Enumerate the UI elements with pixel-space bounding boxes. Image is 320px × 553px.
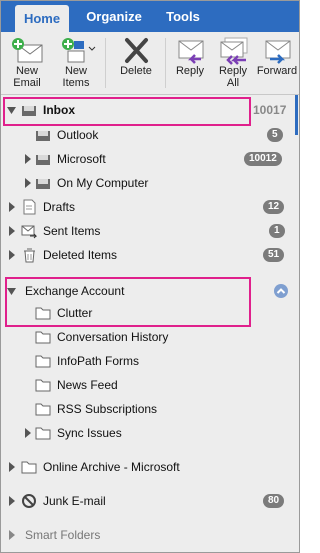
inbox-tray-icon (36, 131, 50, 141)
folder-icon (35, 427, 51, 440)
folder-on-my-computer[interactable]: On My Computer (1, 172, 293, 194)
tab-home[interactable]: Home (15, 5, 69, 32)
delete-label: Delete (120, 65, 152, 77)
on-my-computer-label: On My Computer (57, 176, 149, 190)
delete-button[interactable]: Delete (111, 32, 161, 94)
infopath-forms-label: InfoPath Forms (57, 354, 140, 368)
microsoft-count-badge: 10012 (244, 152, 282, 166)
folder-junk-email[interactable]: Junk E-mail 80 (1, 490, 293, 512)
folder-microsoft[interactable]: Microsoft 10012 (1, 148, 293, 170)
folder-icon (35, 355, 51, 368)
expand-right-icon[interactable] (7, 461, 16, 473)
news-feed-label: News Feed (57, 378, 118, 392)
reply-all-button[interactable]: Reply All (212, 32, 254, 94)
folder-news-feed[interactable]: News Feed (1, 374, 293, 396)
rss-subscriptions-label: RSS Subscriptions (57, 402, 158, 416)
new-email-icon (12, 38, 43, 63)
folder-icon (35, 307, 51, 320)
folder-icon (35, 403, 51, 416)
expand-right-icon[interactable] (7, 495, 16, 507)
conversation-history-label: Conversation History (57, 330, 169, 344)
folder-infopath-forms[interactable]: InfoPath Forms (1, 350, 293, 372)
clutter-label: Clutter (57, 306, 93, 320)
junk-count-badge: 80 (263, 494, 285, 508)
folder-icon (21, 461, 37, 474)
smart-folders-section[interactable]: Smart Folders (1, 524, 293, 546)
sync-issues-label: Sync Issues (57, 426, 122, 440)
smart-folders-label: Smart Folders (25, 528, 101, 542)
sent-items-label: Sent Items (43, 224, 101, 238)
new-items-button[interactable]: New Items (51, 32, 101, 94)
forward-label: Forward (256, 65, 298, 77)
reply-label: Reply (175, 65, 205, 77)
inbox-tray-icon (36, 179, 50, 189)
microsoft-label: Microsoft (57, 152, 106, 166)
deleted-items-label: Deleted Items (43, 248, 118, 262)
folder-online-archive[interactable]: Online Archive - Microsoft (1, 456, 293, 478)
folder-outlook[interactable]: Outlook 5 (1, 124, 293, 146)
reply-button[interactable]: Reply (169, 32, 211, 94)
outlook-count-badge: 5 (267, 128, 283, 142)
ribbon-tab-bar: Home Organize Tools (1, 1, 299, 32)
ribbon: New Email New Items Delete Reply Reply A… (1, 32, 299, 95)
junk-block-icon (22, 494, 36, 508)
new-email-label: New Email (13, 65, 41, 89)
reply-icon (178, 40, 204, 64)
reply-all-icon (220, 37, 248, 65)
folder-sent-items[interactable]: Sent Items 1 (1, 220, 293, 242)
ribbon-divider (165, 38, 166, 88)
collapse-up-icon[interactable] (273, 283, 289, 299)
folder-drafts[interactable]: Drafts 12 (1, 196, 293, 218)
folder-sync-issues[interactable]: Sync Issues (1, 422, 293, 444)
expand-right-icon[interactable] (7, 529, 16, 541)
drafts-icon (23, 199, 36, 215)
sent-count-badge: 1 (269, 224, 285, 238)
junk-email-label: Junk E-mail (43, 494, 106, 508)
folder-icon (35, 379, 51, 392)
new-items-label: New Items (62, 65, 90, 89)
outlook-label: Outlook (57, 128, 99, 142)
folder-rss-subscriptions[interactable]: RSS Subscriptions (1, 398, 293, 420)
expand-right-icon[interactable] (7, 201, 16, 213)
folder-deleted-items[interactable]: Deleted Items 51 (1, 244, 293, 266)
ribbon-divider (105, 38, 106, 88)
expand-right-icon[interactable] (23, 177, 32, 189)
inbox-count: 10017 (253, 103, 287, 117)
inbox-tray-icon (36, 155, 50, 165)
expand-right-icon[interactable] (7, 249, 16, 261)
folder-icon (35, 331, 51, 344)
outlook-window: Home Organize Tools New Email New Items (0, 0, 300, 553)
forward-button[interactable]: Forward (255, 32, 299, 94)
expand-right-icon[interactable] (23, 153, 32, 165)
deleted-count-badge: 51 (263, 248, 285, 262)
reply-all-label: Reply All (218, 65, 248, 89)
forward-icon (265, 40, 291, 64)
expand-right-icon[interactable] (7, 225, 16, 237)
drafts-label: Drafts (43, 200, 76, 214)
sent-icon (21, 225, 37, 239)
new-items-icon (62, 38, 96, 63)
online-archive-label: Online Archive - Microsoft (43, 460, 180, 474)
folder-conversation-history[interactable]: Conversation History (1, 326, 293, 348)
new-email-button[interactable]: New Email (5, 32, 49, 94)
scrollbar[interactable] (295, 95, 298, 135)
trash-icon (24, 248, 35, 263)
delete-x-icon (125, 38, 148, 63)
tab-organize[interactable]: Organize (81, 1, 147, 32)
folder-clutter[interactable]: Clutter (1, 302, 293, 324)
tab-tools[interactable]: Tools (159, 1, 207, 32)
folder-pane: Inbox 10017 Outlook 5 Microsoft 10012 On… (1, 95, 299, 552)
highlight-box (3, 97, 251, 126)
drafts-count-badge: 12 (263, 200, 285, 214)
expand-right-icon[interactable] (23, 427, 32, 439)
